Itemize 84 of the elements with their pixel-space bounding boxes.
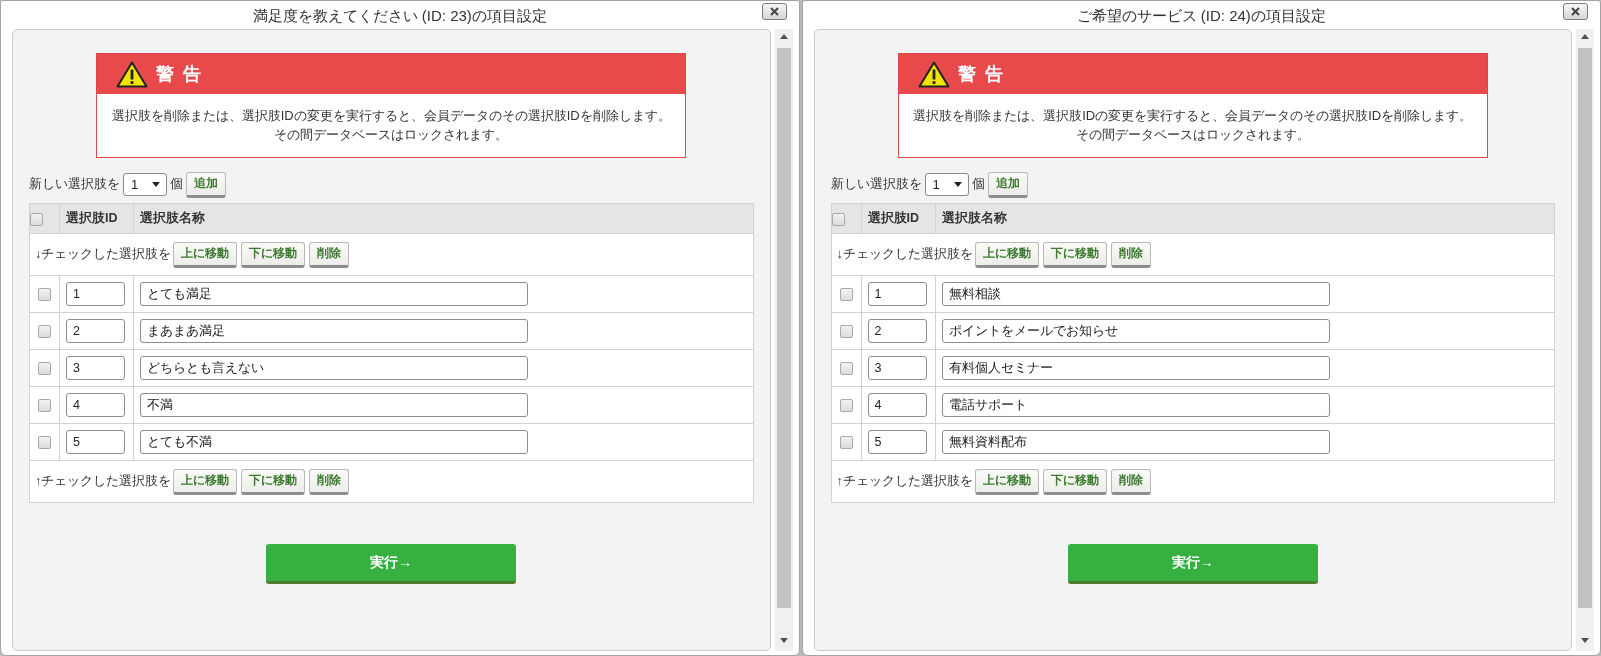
action-label: ↑チェックした選択肢を xyxy=(35,473,172,490)
checkbox[interactable] xyxy=(839,325,853,339)
choice-name-field[interactable]: 不満 xyxy=(140,393,528,417)
choice-name-field[interactable]: まあまあ満足 xyxy=(140,319,528,343)
move-down-button[interactable]: 下に移動 xyxy=(241,241,306,268)
caret-icon xyxy=(953,182,962,187)
column-header: 選択肢ID xyxy=(59,203,134,234)
checkbox[interactable] xyxy=(839,288,853,302)
choice-id-field[interactable]: 5 xyxy=(66,430,125,454)
choice-id-field[interactable]: 4 xyxy=(66,393,125,417)
add-choices-label: 新しい選択肢を xyxy=(830,176,922,193)
choice-name-field[interactable]: 無料相談 xyxy=(941,282,1330,306)
checkbox[interactable] xyxy=(839,436,853,450)
choice-id-field[interactable]: 3 xyxy=(66,356,125,380)
move-down-button[interactable]: 下に移動 xyxy=(241,468,306,495)
choice-name-field[interactable]: とても不満 xyxy=(140,430,528,454)
move-up-button[interactable]: 上に移動 xyxy=(974,241,1039,268)
dialog-title: ご希望のサービス (ID: 24)の項目設定 xyxy=(1076,5,1326,26)
choice-id-field[interactable]: 2 xyxy=(66,319,125,343)
scrollbar[interactable] xyxy=(774,29,793,651)
delete-button[interactable]: 削除 xyxy=(309,241,350,268)
move-up-button[interactable]: 上に移動 xyxy=(173,468,238,495)
unit-label: 個 xyxy=(971,176,985,193)
checkbox[interactable] xyxy=(38,362,51,376)
choice-id-field[interactable]: 4 xyxy=(867,393,927,417)
choice-id-field[interactable]: 2 xyxy=(867,319,927,343)
checkbox[interactable] xyxy=(38,288,51,302)
move-up-button[interactable]: 上に移動 xyxy=(974,468,1039,495)
close-button[interactable] xyxy=(761,3,787,20)
choice-name-field[interactable]: ポイントをメールでお知らせ xyxy=(941,319,1330,343)
scroll-down-icon xyxy=(1581,638,1589,643)
warning-title: 警 告 xyxy=(957,63,1005,86)
choice-name-field[interactable]: 有料個人セミナー xyxy=(941,356,1330,380)
checkbox[interactable] xyxy=(839,362,853,376)
scroll-up-icon xyxy=(1581,34,1589,39)
delete-button[interactable]: 削除 xyxy=(309,468,350,495)
checkbox[interactable] xyxy=(38,325,51,339)
delete-button[interactable]: 削除 xyxy=(1110,468,1151,495)
checkbox[interactable] xyxy=(38,399,51,413)
checkbox[interactable] xyxy=(831,212,845,226)
warning-title: 警 告 xyxy=(156,63,204,86)
scroll-thumb[interactable] xyxy=(1578,48,1592,608)
dialog-title: 満足度を教えてください (ID: 23)の項目設定 xyxy=(252,5,547,26)
close-button[interactable] xyxy=(1563,3,1588,20)
choice-name-field[interactable]: 電話サポート xyxy=(941,393,1330,417)
caret-icon xyxy=(152,182,160,187)
close-icon xyxy=(1570,7,1581,16)
add-button[interactable]: 追加 xyxy=(987,171,1028,198)
choice-id-field[interactable]: 5 xyxy=(867,430,927,454)
warning-message: 選択肢を削除または、選択肢IDの変更を実行すると、会員データのその選択肢IDを削除します。 xyxy=(111,107,672,125)
column-header: 選択肢ID xyxy=(861,203,935,234)
warning-icon xyxy=(917,60,950,88)
choice-id-field[interactable]: 1 xyxy=(867,282,927,306)
scroll-down-icon xyxy=(779,638,788,643)
close-icon xyxy=(768,7,780,16)
unit-label: 個 xyxy=(170,176,183,193)
choice-id-field[interactable]: 3 xyxy=(867,356,927,380)
count-select[interactable]: 1 xyxy=(123,173,167,196)
checkbox[interactable] xyxy=(30,212,43,226)
move-down-button[interactable]: 下に移動 xyxy=(1042,241,1107,268)
move-down-button[interactable]: 下に移動 xyxy=(1042,468,1107,495)
action-label: ↓チェックした選択肢を xyxy=(35,246,172,263)
choice-id-field[interactable]: 1 xyxy=(66,282,125,306)
choice-name-field[interactable]: 無料資料配布 xyxy=(941,430,1330,454)
action-label: ↑チェックした選択肢を xyxy=(836,473,973,490)
scrollbar[interactable] xyxy=(1576,29,1594,651)
add-choices-label: 新しい選択肢を xyxy=(29,176,120,193)
choice-name-field[interactable]: どちらとも言えない xyxy=(140,356,528,380)
count-select[interactable]: 1 xyxy=(924,173,969,196)
add-button[interactable]: 追加 xyxy=(186,171,226,198)
scroll-thumb[interactable] xyxy=(776,48,791,608)
warning-message: 選択肢を削除または、選択肢IDの変更を実行すると、会員データのその選択肢IDを削除します。 xyxy=(912,107,1473,125)
action-label: ↓チェックした選択肢を xyxy=(836,246,973,263)
column-header: 選択肢名称 xyxy=(133,203,753,234)
delete-button[interactable]: 削除 xyxy=(1110,241,1151,268)
move-up-button[interactable]: 上に移動 xyxy=(173,241,238,268)
column-header: 選択肢名称 xyxy=(935,203,1555,234)
choice-name-field[interactable]: とても満足 xyxy=(140,282,528,306)
warning-icon xyxy=(116,60,149,88)
warning-message: その間データベースはロックされます。 xyxy=(1074,126,1311,144)
checkbox[interactable] xyxy=(38,436,51,450)
scroll-up-icon xyxy=(779,34,788,39)
warning-message: その間データベースはロックされます。 xyxy=(273,126,510,144)
checkbox[interactable] xyxy=(839,399,853,413)
